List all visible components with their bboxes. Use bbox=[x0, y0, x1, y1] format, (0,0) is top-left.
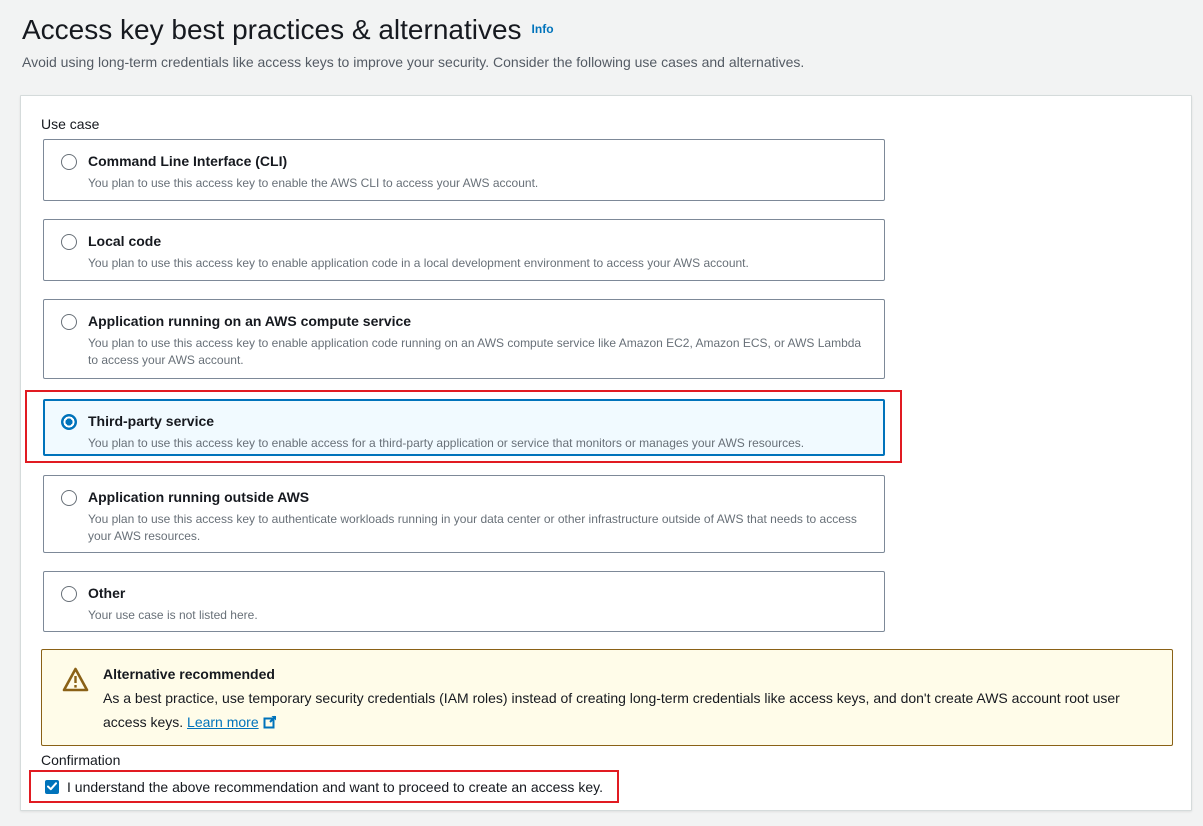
usecase-option-outside-aws-text: Application running outside AWS You plan… bbox=[88, 488, 868, 545]
usecase-option-other[interactable]: Other Your use case is not listed here. bbox=[43, 571, 885, 632]
usecase-option-title: Application running outside AWS bbox=[88, 488, 868, 507]
usecase-option-title: Local code bbox=[88, 232, 749, 251]
page-title-text: Access key best practices & alternatives bbox=[22, 14, 522, 45]
radio-button-compute-service[interactable] bbox=[61, 314, 77, 330]
usecase-option-compute-service[interactable]: Application running on an AWS compute se… bbox=[43, 299, 885, 379]
info-link[interactable]: Info bbox=[532, 22, 554, 36]
radio-button-local-code[interactable] bbox=[61, 234, 77, 250]
usecase-option-third-party[interactable]: Third-party service You plan to use this… bbox=[43, 399, 885, 456]
confirmation-checkbox-label[interactable]: I understand the above recommendation an… bbox=[67, 779, 603, 795]
use-case-panel: Use case Command Line Interface (CLI) Yo… bbox=[20, 95, 1192, 811]
usecase-option-third-party-text: Third-party service You plan to use this… bbox=[88, 412, 804, 452]
usecase-option-local-code-text: Local code You plan to use this access k… bbox=[88, 232, 749, 272]
usecase-option-cli-text: Command Line Interface (CLI) You plan to… bbox=[88, 152, 538, 192]
external-link-icon bbox=[263, 716, 277, 732]
page-title: Access key best practices & alternatives… bbox=[22, 14, 554, 46]
usecase-option-outside-aws[interactable]: Application running outside AWS You plan… bbox=[43, 475, 885, 553]
confirmation-checkbox-row[interactable]: I understand the above recommendation an… bbox=[29, 770, 619, 803]
radio-button-cli[interactable] bbox=[61, 154, 77, 170]
usecase-option-description: You plan to use this access key to enabl… bbox=[88, 335, 868, 369]
page: Access key best practices & alternatives… bbox=[0, 0, 1203, 826]
usecase-option-description: You plan to use this access key to authe… bbox=[88, 511, 868, 545]
usecase-option-title: Command Line Interface (CLI) bbox=[88, 152, 538, 171]
radio-button-third-party[interactable] bbox=[61, 414, 77, 430]
usecase-option-description: You plan to use this access key to enabl… bbox=[88, 435, 804, 452]
page-subtitle: Avoid using long-term credentials like a… bbox=[22, 54, 804, 70]
usecase-option-cli[interactable]: Command Line Interface (CLI) You plan to… bbox=[43, 139, 885, 201]
usecase-option-compute-service-text: Application running on an AWS compute se… bbox=[88, 312, 868, 369]
alert-title: Alternative recommended bbox=[103, 664, 1154, 684]
radio-button-other[interactable] bbox=[61, 586, 77, 602]
confirmation-checkbox[interactable] bbox=[45, 780, 59, 794]
alternative-recommended-alert: Alternative recommended As a best practi… bbox=[41, 649, 1173, 746]
usecase-option-title: Third-party service bbox=[88, 412, 804, 431]
usecase-option-local-code[interactable]: Local code You plan to use this access k… bbox=[43, 219, 885, 281]
warning-triangle-icon bbox=[62, 667, 89, 697]
usecase-option-description: Your use case is not listed here. bbox=[88, 607, 258, 624]
use-case-label: Use case bbox=[41, 116, 99, 132]
alert-text: As a best practice, use temporary securi… bbox=[103, 686, 1154, 736]
radio-button-outside-aws[interactable] bbox=[61, 490, 77, 506]
usecase-option-description: You plan to use this access key to enabl… bbox=[88, 255, 749, 272]
confirmation-label: Confirmation bbox=[41, 752, 120, 768]
usecase-option-title: Other bbox=[88, 584, 258, 603]
alert-content: Alternative recommended As a best practi… bbox=[103, 664, 1154, 736]
learn-more-link[interactable]: Learn more bbox=[187, 714, 259, 730]
usecase-option-title: Application running on an AWS compute se… bbox=[88, 312, 868, 331]
usecase-option-description: You plan to use this access key to enabl… bbox=[88, 175, 538, 192]
usecase-option-other-text: Other Your use case is not listed here. bbox=[88, 584, 258, 624]
